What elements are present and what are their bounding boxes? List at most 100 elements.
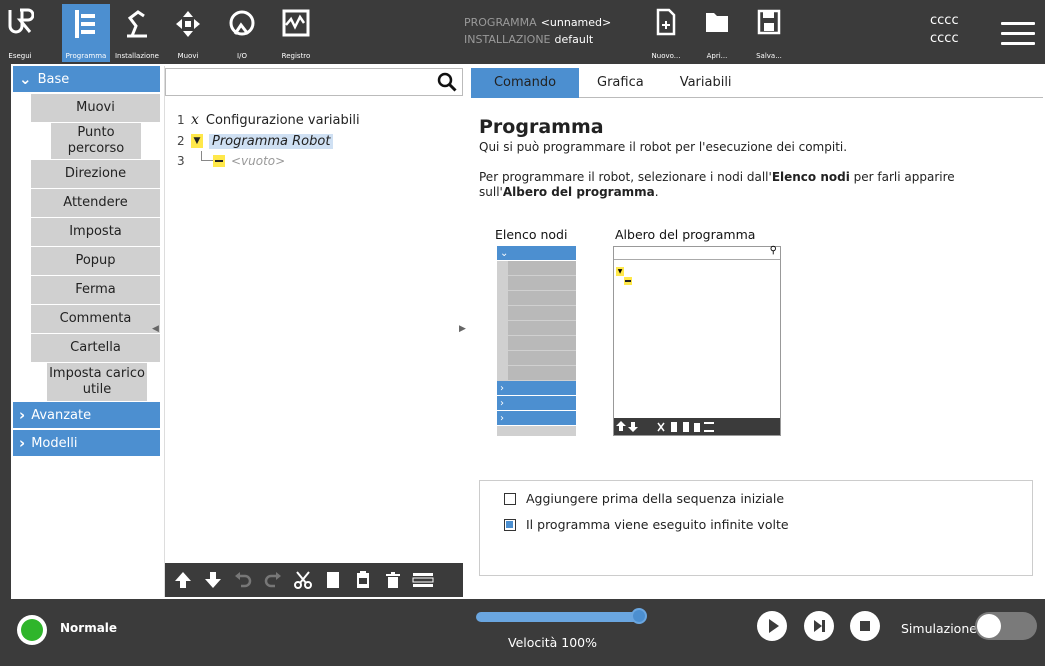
option-add-before-start[interactable]: Aggiungere prima della sequenza iniziale — [504, 491, 784, 506]
undo-icon[interactable] — [231, 568, 255, 592]
program-node-icon: ▼ — [191, 134, 203, 148]
page-description: Per programmare il robot, selezionare i … — [479, 170, 1019, 200]
program-options: Aggiungere prima della sequenza iniziale… — [479, 480, 1033, 576]
tree-toolbar — [165, 563, 463, 597]
installation-key: INSTALLAZIONE — [464, 33, 551, 46]
node-imposta-carico-utile[interactable]: Imposta carico utile — [47, 363, 147, 401]
node-imposta[interactable]: Imposta — [31, 218, 160, 246]
stop-icon — [860, 621, 870, 631]
checkbox-loop-forever[interactable] — [504, 518, 516, 531]
mini-tree-title: Albero del programma — [615, 227, 756, 242]
tree-search-input[interactable] — [165, 68, 463, 96]
mini-toolbar — [614, 418, 780, 435]
tab-variabili[interactable]: Variabili — [662, 68, 750, 98]
mini-search-bar: ⚲ — [614, 245, 780, 260]
tree-line-2[interactable]: 2 ▼ Programma Robot — [177, 132, 334, 150]
mini-search-icon: ⚲ — [769, 245, 777, 256]
copy-icon[interactable] — [321, 568, 345, 592]
collapse-tree-icon[interactable]: ▶ — [459, 324, 466, 334]
tab-installazione[interactable]: Installazione — [111, 4, 163, 62]
node-punto-percorso[interactable]: Punto percorso — [51, 123, 141, 159]
desc-bold: Albero del programma — [502, 185, 655, 199]
page-title: Programma — [479, 116, 604, 138]
mini-chevron-down-icon: ⌄ — [497, 246, 576, 261]
cut-icon[interactable] — [291, 568, 315, 592]
robot-status-button[interactable] — [17, 615, 47, 645]
tree-line-text: <vuoto> — [231, 154, 286, 168]
search-icon[interactable] — [437, 72, 457, 92]
mini-chevron-right-icon: › — [497, 381, 576, 396]
app-window: Esegui Programma Installazione Muovi I/O… — [0, 0, 1045, 666]
page-subtitle: Qui si può programmare il robot per l'es… — [479, 140, 848, 154]
group-avanzate-label: Avanzate — [31, 407, 92, 423]
move-up-icon[interactable] — [171, 568, 195, 592]
tab-comando[interactable]: Comando — [471, 68, 579, 98]
open-program-button[interactable]: Apri... — [700, 4, 734, 62]
tab-registro[interactable]: Registro — [276, 4, 316, 62]
tree-line-text: Programma Robot — [209, 133, 334, 149]
play-button[interactable] — [757, 611, 787, 641]
node-attendere[interactable]: Attendere — [31, 189, 160, 217]
io-gauge-icon — [229, 10, 255, 36]
simulation-toggle-knob — [977, 614, 1001, 638]
desc-bold: Elenco nodi — [771, 170, 850, 184]
new-program-button[interactable]: Nuovo... — [646, 4, 686, 62]
node-cartella[interactable]: Cartella — [31, 334, 160, 362]
node-muovi[interactable]: Muovi — [31, 94, 160, 122]
suppress-icon[interactable] — [411, 568, 435, 592]
group-avanzate[interactable]: › Avanzate — [13, 402, 160, 428]
program-tree-panel: 1 x Configurazione variabili 2 ▼ Program… — [164, 66, 464, 597]
hamburger-menu-icon[interactable] — [1001, 22, 1035, 46]
group-modelli[interactable]: › Modelli — [13, 430, 160, 456]
program-tree-icon — [75, 10, 95, 38]
robot-status-label: Normale — [60, 621, 118, 635]
node-commenta[interactable]: Commenta — [31, 305, 160, 333]
node-list: ⌄ Base Muovi Punto percorso Direzione Att… — [13, 66, 160, 597]
tab-programma[interactable]: Programma — [62, 4, 110, 62]
mini-chevron-right-icon: › — [497, 411, 576, 426]
tab-io[interactable]: I/O — [222, 4, 262, 62]
node-popup[interactable]: Popup — [31, 247, 160, 275]
main-panel: ⌄ Base Muovi Punto percorso Direzione Att… — [11, 64, 1045, 599]
ur-logo: Esegui — [2, 4, 38, 62]
speed-slider[interactable] — [476, 612, 644, 622]
node-direzione[interactable]: Direzione — [31, 160, 160, 188]
mini-empty-node-icon — [624, 277, 632, 285]
group-modelli-label: Modelli — [31, 435, 78, 451]
save-program-button[interactable]: Salva... — [752, 4, 786, 62]
tab-programma-label: Programma — [65, 52, 107, 60]
play-icon — [769, 619, 779, 633]
speed-slider-handle[interactable] — [631, 608, 647, 624]
top-bar: Esegui Programma Installazione Muovi I/O… — [0, 0, 1045, 64]
installation-name: default — [554, 33, 594, 46]
move-down-icon[interactable] — [201, 568, 225, 592]
delete-icon[interactable] — [381, 568, 405, 592]
bottom-bar: Normale Velocità 100% Simulazione — [0, 599, 1045, 666]
speed-label: Velocità 100% — [508, 635, 598, 650]
group-base[interactable]: ⌄ Base — [13, 66, 160, 92]
tree-line-text: Configurazione variabili — [205, 112, 360, 128]
tab-esegui-label: Esegui — [8, 52, 32, 60]
option-loop-forever[interactable]: Il programma viene eseguito infinite vol… — [504, 517, 789, 532]
simulation-toggle[interactable] — [975, 612, 1037, 640]
robot-arm-icon — [127, 10, 147, 38]
command-panel: Comando Grafica Variabili Programma Qui … — [471, 66, 1043, 597]
node-ferma[interactable]: Ferma — [31, 276, 160, 304]
new-program-label: Nuovo... — [651, 52, 681, 60]
mini-program-node-icon: ▼ — [616, 267, 624, 276]
checkbox-add-before-start[interactable] — [504, 492, 516, 505]
tree-line-1[interactable]: 1 x Configurazione variabili — [177, 111, 360, 129]
stop-button[interactable] — [850, 611, 880, 641]
line-number: 3 — [177, 154, 185, 168]
redo-icon[interactable] — [261, 568, 285, 592]
collapse-left-icon[interactable]: ◀ — [152, 324, 159, 334]
tab-muovi[interactable]: Muovi — [170, 4, 206, 62]
tab-grafica[interactable]: Grafica — [579, 68, 662, 98]
tree-line-3[interactable]: 3 <vuoto> — [177, 151, 286, 170]
mini-node-list-illustration: ⌄ › › › — [497, 246, 576, 436]
paste-icon[interactable] — [351, 568, 375, 592]
robot-id-line2: cccc — [930, 31, 959, 46]
tab-registro-label: Registro — [281, 52, 311, 60]
status-indicator-icon — [21, 619, 43, 641]
step-button[interactable] — [804, 611, 834, 641]
